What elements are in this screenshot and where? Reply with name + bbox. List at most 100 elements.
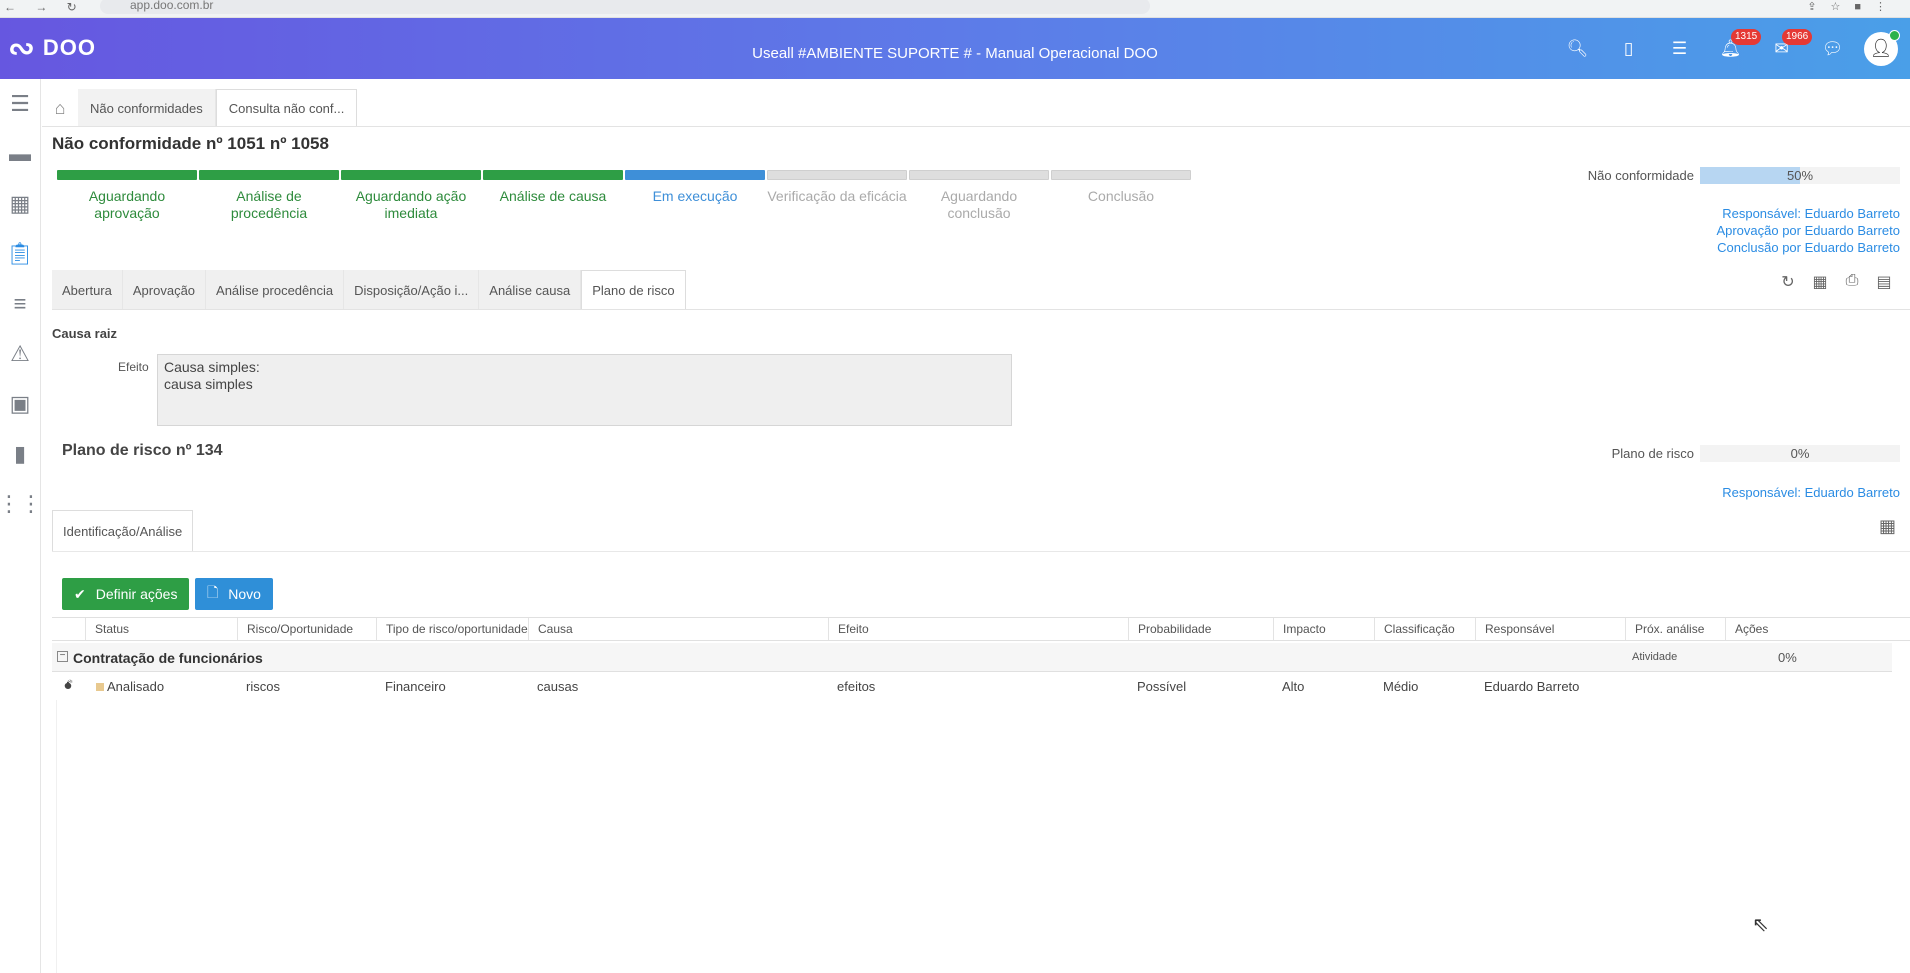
stage-label: Aguardando aprovação [88, 188, 166, 221]
plan-progress-bar: 0% [1700, 445, 1900, 462]
search-icon[interactable]: 🔍︎ [1552, 39, 1603, 59]
stage-bar [341, 170, 481, 180]
col-impacto[interactable]: Impacto [1273, 618, 1374, 640]
tab-analise-procedencia[interactable]: Análise procedência [206, 270, 345, 310]
stage-label: Análise de procedência [230, 188, 308, 221]
tab-abertura[interactable]: Abertura [52, 270, 123, 310]
divider [52, 309, 1910, 310]
cell-risco: riscos [246, 679, 280, 694]
nc-progress-bar: 50% [1700, 167, 1900, 184]
grid-view-icon[interactable]: ▦ [1879, 516, 1896, 537]
col-acoes[interactable]: Ações [1725, 618, 1875, 640]
logo-text: DOO [42, 35, 96, 60]
novo-button[interactable]: 🗋︎ Novo [195, 578, 273, 610]
conclusao-link[interactable]: Conclusão por Eduardo Barreto [1716, 239, 1900, 256]
stage-bar [909, 170, 1049, 180]
col-classificacao[interactable]: Classificação [1374, 618, 1475, 640]
nc-progress-label: Não conformidade [1587, 168, 1694, 183]
divider [42, 126, 1910, 127]
efeito-field[interactable]: Causa simples: causa simples [157, 354, 1012, 426]
stage-bar [1051, 170, 1191, 180]
comment-icon[interactable]: ▤ [1868, 272, 1900, 292]
col-status[interactable]: Status [85, 618, 237, 640]
plan-progress-value: 0% [1790, 446, 1810, 461]
stage: Verificação da eficácia [767, 170, 907, 222]
notes-icon[interactable]: ≡ [0, 279, 40, 329]
tab-consulta[interactable]: Consulta não conf... [215, 89, 358, 127]
nc-progress-fill [1700, 167, 1800, 184]
list-icon[interactable]: ☰ [1654, 39, 1705, 59]
col-responsavel[interactable]: Responsável [1475, 618, 1625, 640]
browser-nav-icons[interactable]: ← → ↻ [4, 0, 85, 14]
user-avatar[interactable]: 👤︎ [1864, 29, 1900, 66]
definir-acoes-button[interactable]: ✔ Definir ações [62, 578, 190, 610]
print-icon[interactable]: ⎙ [1836, 272, 1868, 292]
tab-aprovacao[interactable]: Aprovação [122, 270, 207, 310]
main-tabs: ⌂ Não conformidades Consulta não conf... [42, 89, 358, 127]
group-name: Contratação de funcionários [73, 650, 263, 666]
address-bar[interactable]: app.doo.com.br [100, 0, 1150, 14]
calendar-icon[interactable]: ▦ [1804, 272, 1836, 292]
home-icon[interactable]: ⌂ [42, 89, 78, 127]
bell-icon[interactable]: 🔔︎ 1315 [1705, 28, 1762, 59]
stage-label: Aguardando ação imediata [355, 188, 467, 221]
bomb-icon[interactable]: 💣︎ [64, 677, 72, 693]
doo-logo-icon: ∾ [8, 30, 35, 66]
tab-disposicao[interactable]: Disposição/Ação i... [344, 270, 480, 310]
stage-label: Aguardando conclusão [940, 188, 1018, 221]
nc-progress-value: 50% [1786, 168, 1814, 183]
stage-bar [199, 170, 339, 180]
tab-analise-causa[interactable]: Análise causa [479, 270, 582, 310]
col-tipo[interactable]: Tipo de risco/oportunidade [376, 618, 528, 640]
cell-causa: causas [537, 679, 579, 694]
mail-icon[interactable]: ✉ 1966 [1756, 28, 1813, 59]
browser-toolbar: ← → ↻ app.doo.com.br ⇪☆■⋮ [0, 0, 1910, 18]
status-text: Analisado [107, 679, 165, 694]
tab-nao-conformidades[interactable]: Não conformidades [78, 89, 216, 127]
stage: Análise de causa [483, 170, 623, 222]
sidebar: ☰ ▬ ▦ 📋︎ ≡ ⚠ ▣ ▮ ⋮⋮ [0, 79, 42, 973]
stage: Aguardando ação imediata [341, 170, 481, 222]
responsavel-link[interactable]: Responsável: Eduardo Barreto [1716, 205, 1900, 222]
browser-extension-icons[interactable]: ⇪☆■⋮ [1807, 0, 1900, 13]
collapse-toggle-icon[interactable]: − [57, 651, 68, 662]
header-actions: 🔍︎ ▯ ☰ 🔔︎ 1315 ✉ 1966 💬︎ 👤︎ [1552, 18, 1910, 79]
mobile-icon[interactable]: ▯ [1603, 39, 1654, 59]
chat-icon[interactable]: 💬︎ [1807, 39, 1858, 59]
calendar-icon[interactable]: ▦ [0, 179, 40, 229]
col-prox-analise[interactable]: Próx. análise [1625, 618, 1725, 640]
clipboard-icon[interactable]: 📋︎ [0, 229, 40, 279]
definir-acoes-label: Definir ações [95, 586, 178, 602]
col-causa[interactable]: Causa [528, 618, 828, 640]
tab-identificacao-analise[interactable]: Identificação/Análise [52, 510, 194, 552]
plan-progress: Plano de risco 0% [1612, 445, 1900, 462]
col-risco[interactable]: Risco/Oportunidade [237, 618, 376, 640]
tab-plano-de-risco[interactable]: Plano de risco [581, 270, 686, 310]
check-icon: ✔ [74, 585, 86, 602]
nc-responsibles: Responsável: Eduardo Barreto Aprovação p… [1716, 205, 1900, 256]
plan-title: Plano de risco nº 134 [62, 442, 223, 459]
warning-icon[interactable]: ⚠ [0, 329, 40, 379]
stage: Em execução [625, 170, 765, 222]
col-probabilidade[interactable]: Probabilidade [1128, 618, 1273, 640]
cell-status: Analisado [96, 679, 164, 694]
app-logo[interactable]: ∾ DOO [8, 32, 96, 64]
table-row[interactable]: 💣︎ Analisado riscos Financeiro causas ef… [52, 673, 1892, 699]
stage: Conclusão [1051, 170, 1191, 222]
chart-icon[interactable]: ▮ [0, 429, 40, 479]
nc-progress: Não conformidade 50% [1588, 167, 1900, 184]
col-efeito[interactable]: Efeito [828, 618, 1128, 640]
stage-label: Conclusão [1087, 188, 1155, 204]
plan-responsavel-link[interactable]: Responsável: Eduardo Barreto [1722, 484, 1900, 501]
plan-progress-label: Plano de risco [1611, 446, 1694, 461]
apps-icon[interactable]: ⋮⋮ [0, 479, 42, 529]
group-percent: 0% [1778, 650, 1797, 665]
table-header: Status Risco/Oportunidade Tipo de risco/… [52, 617, 1910, 641]
group-row: − Contratação de funcionários Atividade … [52, 643, 1892, 672]
menu-icon[interactable]: ☰ [0, 79, 40, 129]
folder-icon[interactable]: ▬ [0, 129, 40, 179]
contact-icon[interactable]: ▣ [0, 379, 40, 429]
refresh-icon[interactable]: ↻ [1772, 272, 1804, 292]
aprovacao-link[interactable]: Aprovação por Eduardo Barreto [1716, 222, 1900, 239]
stage: Análise de procedência [199, 170, 339, 222]
